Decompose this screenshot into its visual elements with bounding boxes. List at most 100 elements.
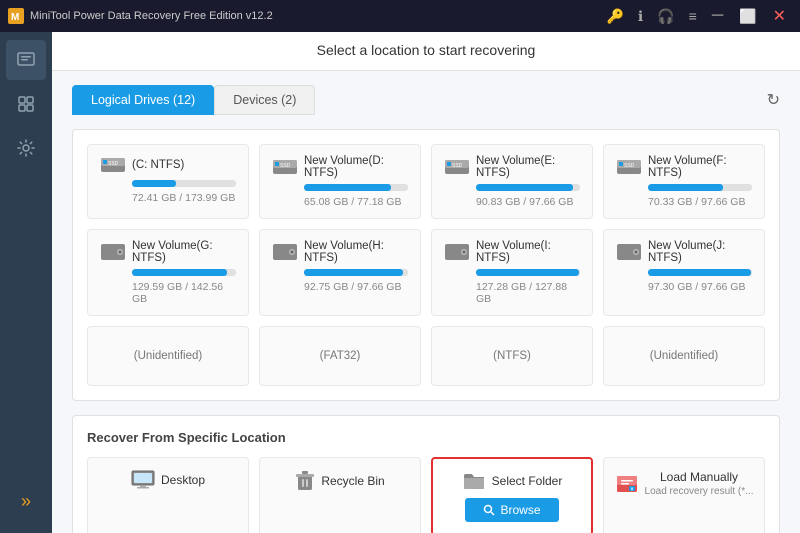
drive-size-f: 70.33 GB / 97.66 GB <box>648 196 752 208</box>
drive-label-fat32: (FAT32) <box>320 350 361 362</box>
drive-progress-c <box>132 180 236 187</box>
drive-card-g[interactable]: New Volume(G: NTFS) 129.59 GB / 142.56 G… <box>87 229 249 316</box>
drive-fill-d <box>304 184 391 191</box>
drive-label-e: New Volume(E: NTFS) <box>476 155 580 179</box>
tabs-row: Logical Drives (12) Devices (2) ↻ <box>72 85 780 115</box>
title-bar: M MiniTool Power Data Recovery Free Edit… <box>0 0 800 32</box>
menu-icon[interactable]: ≡ <box>684 8 702 24</box>
drive-size-i: 127.28 GB / 127.88 GB <box>476 281 580 305</box>
sidebar-item-settings[interactable] <box>6 128 46 168</box>
drive-header-i: New Volume(I: NTFS) <box>444 240 580 264</box>
drive-size-e: 90.83 GB / 97.66 GB <box>476 196 580 208</box>
recover-card-load-manually[interactable]: Load Manually Load recovery result (*... <box>603 457 765 533</box>
drive-label-d: New Volume(D: NTFS) <box>304 155 408 179</box>
drive-size-g: 129.59 GB / 142.56 GB <box>132 281 236 305</box>
browse-button[interactable]: Browse <box>465 498 558 522</box>
sidebar-bottom: » <box>6 481 46 525</box>
drive-fill-g <box>132 269 227 276</box>
drive-header-h: New Volume(H: NTFS) <box>272 240 408 264</box>
title-bar-controls: 🔑 ℹ 🎧 ≡ ─ ⬜ ✕ <box>601 6 792 26</box>
sidebar-item-tools[interactable] <box>6 84 46 124</box>
drive-fill-e <box>476 184 573 191</box>
recover-card-desktop[interactable]: Desktop <box>87 457 249 533</box>
drives-section: SSD (C: NTFS) 72.41 GB / 173.99 GB <box>72 129 780 401</box>
drive-fill-j <box>648 269 751 276</box>
settings-icon <box>16 138 36 158</box>
drive-progress-f <box>648 184 752 191</box>
drive-icon-h <box>272 242 298 262</box>
recover-card-recycle-label: Recycle Bin <box>321 474 384 488</box>
content-area: Logical Drives (12) Devices (2) ↻ S <box>52 71 800 533</box>
drive-card-unidentified-2[interactable]: (Unidentified) <box>603 326 765 386</box>
sidebar-item-recover[interactable] <box>6 40 46 80</box>
drive-icon-g <box>100 242 126 262</box>
drive-header-d: SSD New Volume(D: NTFS) <box>272 155 408 179</box>
drive-label-unidentified-2: (Unidentified) <box>650 350 718 362</box>
drive-progress-i <box>476 269 580 276</box>
drive-card-unidentified-1[interactable]: (Unidentified) <box>87 326 249 386</box>
drive-progress-d <box>304 184 408 191</box>
headset-icon[interactable]: 🎧 <box>652 8 679 25</box>
drive-label-f: New Volume(F: NTFS) <box>648 155 752 179</box>
drive-size-c: 72.41 GB / 173.99 GB <box>132 192 236 204</box>
drive-card-e[interactable]: SSD New Volume(E: NTFS) 90.83 GB / 97.66… <box>431 144 593 219</box>
recover-grid: Desktop Rec <box>87 457 765 533</box>
recover-card-recycle[interactable]: Recycle Bin <box>259 457 421 533</box>
drive-size-j: 97.30 GB / 97.66 GB <box>648 281 752 293</box>
recover-section-title: Recover From Specific Location <box>87 430 765 445</box>
drive-label-ntfs: (NTFS) <box>493 350 531 362</box>
drive-header-e: SSD New Volume(E: NTFS) <box>444 155 580 179</box>
drive-size-d: 65.08 GB / 77.18 GB <box>304 196 408 208</box>
close-button[interactable]: ✕ <box>767 6 792 26</box>
drive-card-d[interactable]: SSD New Volume(D: NTFS) 65.08 GB / 77.18… <box>259 144 421 219</box>
drive-progress-g <box>132 269 236 276</box>
drive-card-ntfs[interactable]: (NTFS) <box>431 326 593 386</box>
load-manually-text-group: Load Manually Load recovery result (*... <box>645 470 754 497</box>
drive-card-fat32[interactable]: (FAT32) <box>259 326 421 386</box>
drive-header-g: New Volume(G: NTFS) <box>100 240 236 264</box>
recover-section: Recover From Specific Location Desktop <box>72 415 780 533</box>
recycle-bin-icon <box>295 470 315 492</box>
drive-icon-f: SSD <box>616 157 642 177</box>
drive-card-c[interactable]: SSD (C: NTFS) 72.41 GB / 173.99 GB <box>87 144 249 219</box>
tab-devices[interactable]: Devices (2) <box>214 85 315 115</box>
drive-header-f: SSD New Volume(F: NTFS) <box>616 155 752 179</box>
drive-fill-h <box>304 269 403 276</box>
drive-progress-e <box>476 184 580 191</box>
drive-label-j: New Volume(J: NTFS) <box>648 240 752 264</box>
key-icon[interactable]: 🔑 <box>601 8 628 25</box>
drive-card-j[interactable]: New Volume(J: NTFS) 97.30 GB / 97.66 GB <box>603 229 765 316</box>
drive-fill-f <box>648 184 723 191</box>
svg-text:M: M <box>11 12 19 23</box>
info-icon[interactable]: ℹ <box>633 8 648 25</box>
drive-card-h[interactable]: New Volume(H: NTFS) 92.75 GB / 97.66 GB <box>259 229 421 316</box>
svg-text:SSD: SSD <box>452 163 463 169</box>
recover-card-load-manually-row: Load Manually Load recovery result (*... <box>615 470 754 497</box>
desktop-icon <box>131 470 155 490</box>
sidebar-item-expand[interactable]: » <box>6 481 46 521</box>
restore-button[interactable]: ⬜ <box>733 8 762 25</box>
recover-card-desktop-row: Desktop <box>131 470 205 490</box>
svg-text:SSD: SSD <box>624 163 635 169</box>
recover-icon <box>16 50 36 70</box>
load-manually-icon <box>615 474 639 494</box>
drive-label-c: (C: NTFS) <box>132 159 184 171</box>
recover-card-load-manually-label: Load Manually <box>645 470 754 484</box>
minimize-button[interactable]: ─ <box>706 7 729 25</box>
drives-grid: SSD (C: NTFS) 72.41 GB / 173.99 GB <box>87 144 765 386</box>
recover-card-select-folder[interactable]: Select Folder Browse <box>431 457 593 533</box>
page-title-bar: Select a location to start recovering <box>52 32 800 71</box>
tab-logical-drives[interactable]: Logical Drives (12) <box>72 85 214 115</box>
recover-card-select-folder-label: Select Folder <box>492 474 563 488</box>
drive-card-i[interactable]: New Volume(I: NTFS) 127.28 GB / 127.88 G… <box>431 229 593 316</box>
search-icon <box>483 504 495 516</box>
drive-card-f[interactable]: SSD New Volume(F: NTFS) 70.33 GB / 97.66… <box>603 144 765 219</box>
drive-icon-c: SSD <box>100 155 126 175</box>
folder-icon <box>462 471 486 491</box>
refresh-button[interactable]: ↻ <box>767 90 780 110</box>
drive-icon-j <box>616 242 642 262</box>
drive-icon-d: SSD <box>272 157 298 177</box>
title-bar-text: MiniTool Power Data Recovery Free Editio… <box>30 10 601 22</box>
drive-progress-h <box>304 269 408 276</box>
expand-icon: » <box>21 491 31 512</box>
